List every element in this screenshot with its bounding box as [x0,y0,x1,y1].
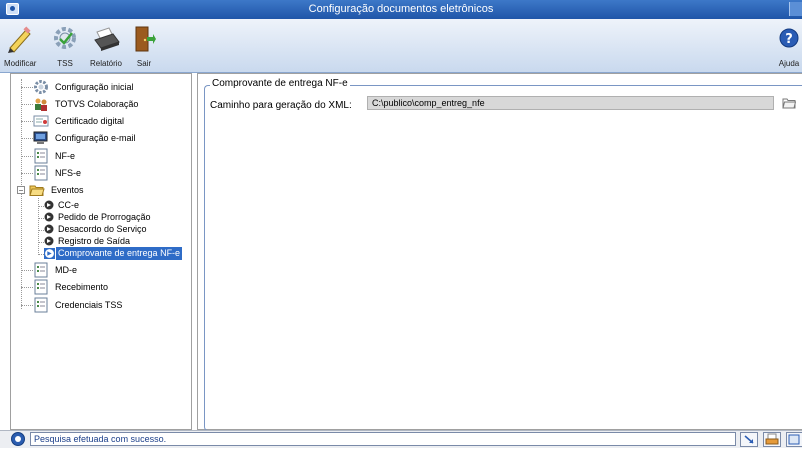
ajuda-button[interactable]: ? Ajuda [776,21,802,69]
content-panel: Comprovante de entrega NF-e Caminho para… [197,73,802,431]
tree-item-label: TOTVS Colaboração [55,99,139,109]
document-icon [788,434,800,445]
arrow-circle-icon [44,200,54,210]
window-title: Configuração documentos eletrônicos [308,3,494,15]
folder-browse-icon[interactable] [782,97,796,109]
computer-icon [33,131,48,144]
tree-item-label: CC-e [58,200,80,210]
open-folder-icon [29,185,45,196]
tree-item-label: Desacordo do Serviço [58,224,147,234]
xml-path-label: Caminho para geração do XML: [210,100,352,111]
tree-connector [21,287,33,288]
sair-label: Sair [136,59,152,68]
arrow-circle-icon [44,236,54,246]
tree-item-label: Credenciais TSS [55,300,123,310]
pencil-icon [8,26,31,53]
tree-item-label: Configuração e-mail [55,133,136,143]
document-list-icon [34,279,48,295]
tree-item-label: NFS-e [55,168,82,178]
title-bar: Configuração documentos eletrônicos [0,0,802,19]
sair-button[interactable]: Sair [131,21,157,69]
modificar-label: Modificar [4,59,37,68]
group-box [204,85,802,431]
ajuda-label: Ajuda [778,59,800,68]
svg-text:?: ? [785,32,793,47]
modificar-button[interactable]: Modificar [4,21,37,69]
gear-icon [34,80,48,94]
xml-path-field[interactable]: C:\publico\comp_entreg_nfe [367,96,774,110]
tree-item-label: Registro de Saída [58,236,131,246]
tree-item-label: Configuração inicial [55,82,134,92]
status-message: Pesquisa efetuada com sucesso. [30,432,736,446]
tree-item-label: Pedido de Prorrogação [58,212,151,222]
group-title: Comprovante de entrega NF-e [210,78,350,89]
toolbar: Modificar TSS Relatório Sair ? Ajuda [0,19,802,73]
arrow-circle-icon [44,224,54,234]
document-list-icon [34,165,48,181]
tree-connector [21,87,33,88]
tree-item-label: MD-e [55,265,77,275]
tree-connector [21,104,33,105]
collapse-toggle[interactable]: − [17,186,25,195]
tree-connector [21,138,33,139]
tree-connector [21,121,33,122]
gear-icon [54,27,76,49]
resize-arrow-icon [744,435,754,444]
document-list-icon [34,148,48,164]
arrow-circle-icon [44,248,55,259]
status-resize-button[interactable] [740,432,758,447]
status-bar: Pesquisa efetuada com sucesso. [0,430,802,448]
printer-icon [94,27,120,51]
tree-item-label: NF-e [55,151,75,161]
navigation-tree: Configuração inicial TOTVS Colaboração C… [10,73,192,430]
tree-connector [21,156,33,157]
arrow-circle-icon [44,212,54,222]
status-icon [11,432,25,446]
tree-connector [21,173,33,174]
tree-item-label: Eventos [51,185,84,195]
tree-connector [21,270,33,271]
relatorio-button[interactable]: Relatório [88,21,124,69]
status-print-button[interactable] [763,432,781,447]
exit-door-icon [135,26,156,52]
status-extra-button[interactable] [786,432,802,447]
help-icon: ? [779,28,799,48]
document-list-icon [34,297,48,313]
tree-item-label: Comprovante de entrega NF-e [56,247,183,260]
tree-item-label: Certificado digital [55,116,125,126]
window-control-button[interactable] [789,2,802,16]
document-list-icon [34,262,48,278]
relatorio-label: Relatório [89,59,122,68]
certificate-icon [33,115,49,127]
tree-item-label: Recebimento [55,282,109,292]
printer-icon [765,433,779,445]
tss-label: TSS [57,59,73,68]
tss-button[interactable]: TSS [50,21,80,69]
tree-connector [21,305,33,306]
people-icon [35,98,47,111]
